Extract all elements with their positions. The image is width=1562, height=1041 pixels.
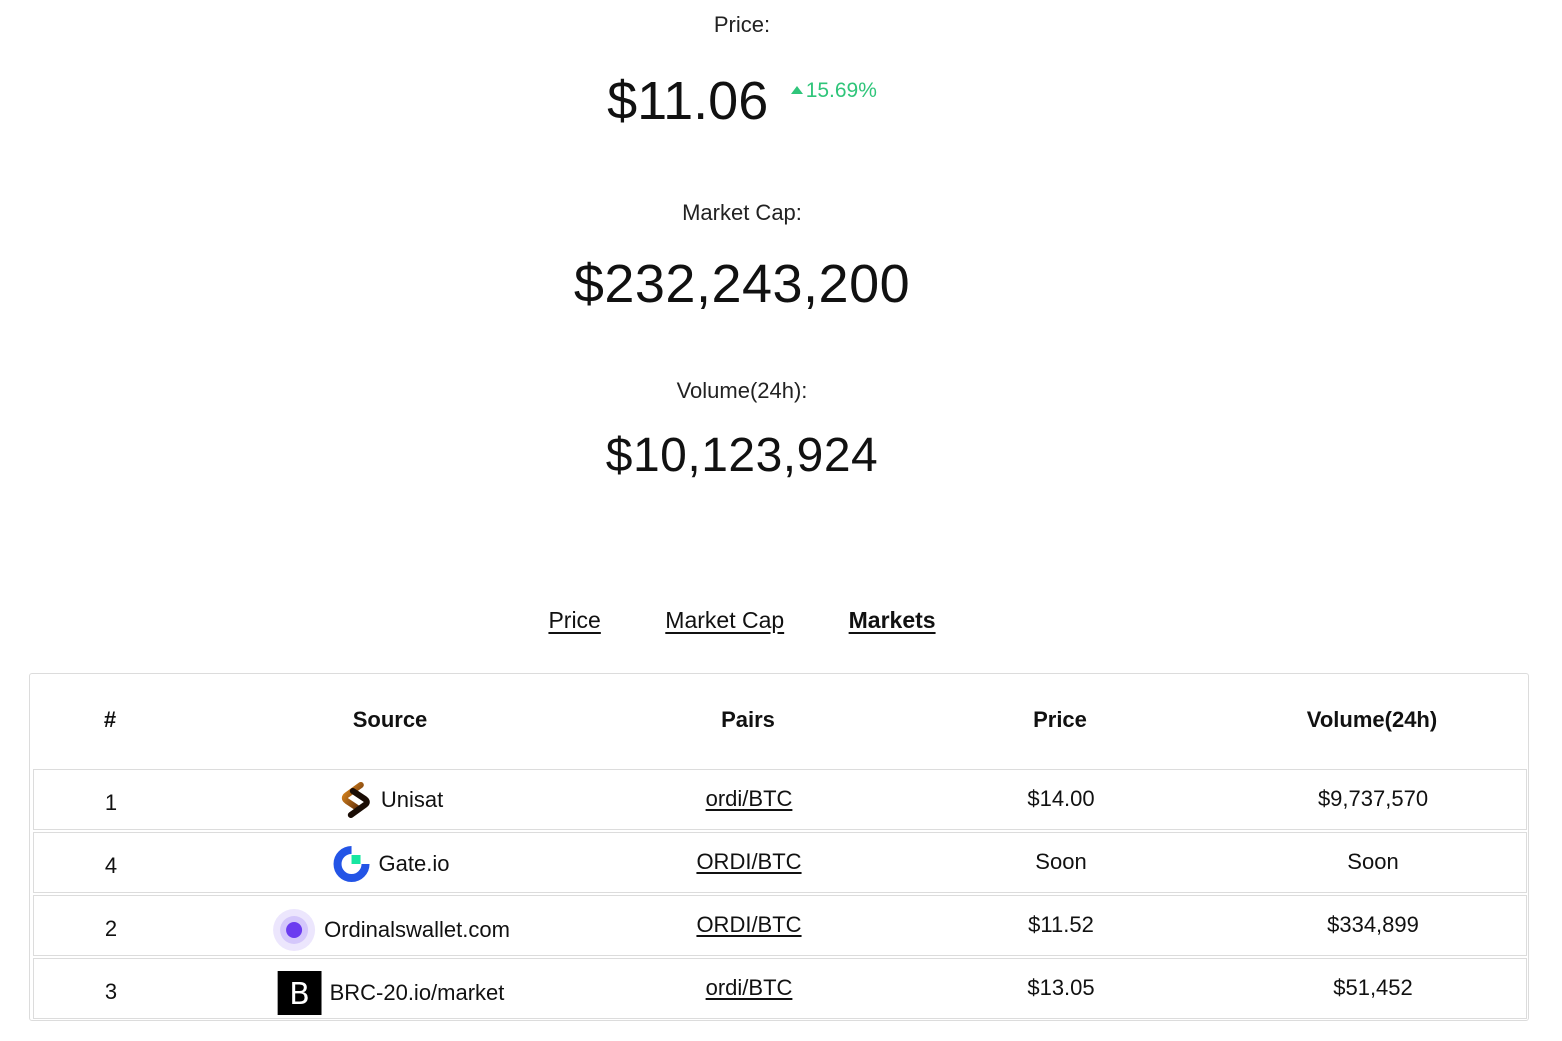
up-triangle-icon [790, 86, 803, 94]
row-price: $11.52 [1028, 912, 1094, 937]
row-source[interactable]: Gate.io [333, 845, 450, 883]
row-price: $13.05 [1027, 975, 1095, 1000]
pair-link[interactable]: ORDI/BTC [696, 849, 801, 874]
header-volume: Volume(24h) [1306, 707, 1438, 732]
header-pairs: Pairs [721, 707, 775, 732]
pair-link[interactable]: ordi/BTC [706, 786, 793, 811]
header-price: Price [1033, 707, 1087, 732]
row-rank: 3 [104, 979, 118, 1004]
row-volume: $9,737,570 [1317, 786, 1429, 811]
svg-text:B: B [289, 977, 310, 1012]
row-source[interactable]: Unisat [339, 782, 443, 818]
row-pair[interactable]: ordi/BTC [706, 786, 793, 812]
tab-price[interactable]: Price [548, 607, 600, 634]
row-source[interactable]: Ordinalswallet.com [272, 908, 510, 952]
header-rank: # [103, 707, 117, 732]
row-price: Soon [1035, 849, 1087, 874]
market-cap-label: Market Cap: [682, 200, 802, 225]
row-rank: 4 [104, 853, 118, 878]
brc20-logo-icon: B [277, 971, 322, 1015]
row-pair[interactable]: ORDI/BTC [696, 912, 801, 938]
header-source: Source [352, 707, 428, 732]
table-header: # Source Pairs Price Volume(24h) [30, 674, 1530, 769]
chart-tabs: Price Market Cap Markets [0, 607, 1484, 634]
volume-value: $10,123,924 [605, 429, 879, 482]
market-cap-value: $232,243,200 [573, 254, 911, 314]
unisat-logo-icon [339, 782, 373, 818]
pair-link[interactable]: ordi/BTC [706, 975, 793, 1000]
tab-market-cap[interactable]: Market Cap [665, 607, 784, 634]
row-source[interactable]: B BRC-20.io/market [277, 971, 505, 1015]
row-rank: 2 [104, 916, 118, 941]
source-name: Gate.io [378, 851, 450, 876]
source-name: Unisat [380, 787, 444, 812]
row-volume: $51,452 [1333, 975, 1413, 1000]
source-name: Ordinalswallet.com [324, 917, 510, 942]
row-price: $14.00 [1027, 786, 1095, 811]
table-row: 4 Gate.io ORDI/BTC Soon Soon [33, 832, 1527, 893]
tab-markets[interactable]: Markets [849, 607, 936, 634]
row-volume: $334,899 [1327, 912, 1419, 937]
price-change-value: 15.69% [805, 79, 877, 102]
ordinalswallet-logo-icon [272, 908, 316, 952]
gateio-logo-icon [333, 845, 371, 883]
table-row: 2 Ordinalswallet.com ORDI/BTC $11.52 $33… [33, 895, 1527, 956]
row-volume: Soon [1347, 849, 1399, 874]
price-change: 15.69% [790, 79, 877, 103]
markets-table: # Source Pairs Price Volume(24h) 1 Unisa… [29, 673, 1529, 1021]
row-pair[interactable]: ordi/BTC [706, 975, 793, 1001]
pair-link[interactable]: ORDI/BTC [696, 912, 801, 937]
price-label: Price: [713, 12, 771, 37]
row-pair[interactable]: ORDI/BTC [696, 849, 801, 875]
table-row: 3 B BRC-20.io/market ordi/BTC $13.05 $51… [33, 958, 1527, 1019]
row-rank: 1 [104, 790, 118, 815]
table-row: 1 Unisat ordi/BTC $14.00 $9,737,570 [33, 769, 1527, 830]
source-name: BRC-20.io/market [329, 980, 505, 1005]
volume-label: Volume(24h): [676, 378, 808, 403]
price-row: $11.06 15.69% [0, 70, 1484, 132]
price-value: $11.06 [607, 71, 769, 131]
